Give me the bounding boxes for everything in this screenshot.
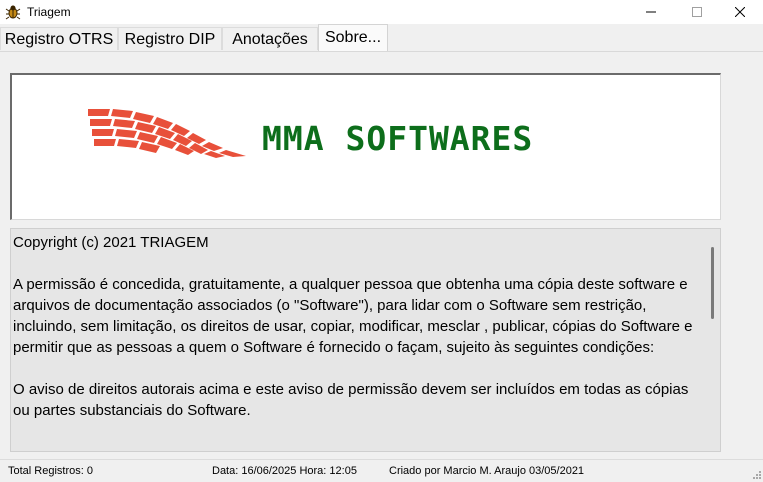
- author-credit-label: Criado por Marcio M. Araujo 03/05/2021: [389, 465, 585, 477]
- company-logo-text: MMA SOFTWARES: [262, 119, 534, 158]
- close-button[interactable]: [717, 0, 763, 24]
- tab-anotacoes[interactable]: Anotações: [222, 27, 318, 50]
- scrollbar-thumb[interactable]: [711, 247, 714, 319]
- status-bar: Total Registros: 0 Data: 16/06/2025 Hora…: [0, 459, 763, 482]
- tab-registro-otrs[interactable]: Registro OTRS: [0, 27, 118, 50]
- total-records-label: Total Registros: 0: [8, 465, 93, 477]
- minimize-button[interactable]: [628, 0, 674, 24]
- window-title: Triagem: [27, 5, 71, 19]
- tab-strip: Registro OTRS Registro DIP Anotações Sob…: [0, 24, 763, 52]
- wave-logo-icon: [88, 109, 246, 158]
- license-paragraph: O aviso de direitos autorais acima e est…: [13, 381, 689, 419]
- tab-panel-border: [0, 51, 763, 52]
- logo-panel: MMA SOFTWARES: [10, 73, 721, 220]
- maximize-button[interactable]: [674, 0, 720, 24]
- title-bar: Triagem: [0, 0, 763, 24]
- resize-grip-icon[interactable]: [752, 470, 762, 480]
- license-textbox[interactable]: Copyright (c) 2021 TRIAGEM A permissão é…: [10, 228, 721, 452]
- license-text: Copyright (c) 2021 TRIAGEM A permissão é…: [13, 232, 703, 442]
- license-paragraph: A permissão é concedida, gratuitamente, …: [13, 276, 693, 356]
- minimize-icon: [646, 11, 656, 13]
- tab-registro-dip[interactable]: Registro DIP: [118, 27, 222, 50]
- close-icon: [735, 7, 745, 17]
- datetime-label: Data: 16/06/2025 Hora: 12:05: [212, 465, 357, 477]
- maximize-icon: [692, 7, 702, 17]
- tab-sobre[interactable]: Sobre...: [318, 24, 388, 52]
- bug-icon: [5, 4, 21, 20]
- copyright-line: Copyright (c) 2021 TRIAGEM: [13, 234, 209, 251]
